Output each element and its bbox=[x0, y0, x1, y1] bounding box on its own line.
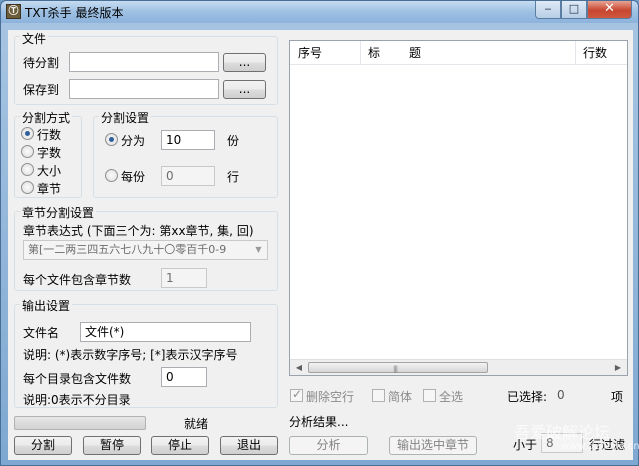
close-button[interactable]: ✕ bbox=[587, 1, 632, 19]
scroll-thumb[interactable]: ||| bbox=[308, 362, 488, 373]
export-chapters-button[interactable]: 输出选中章节 bbox=[389, 436, 477, 455]
remove-blank-label: 删除空行 bbox=[306, 390, 355, 404]
split-mode-radio[interactable] bbox=[21, 181, 34, 194]
parts-unit: 份 bbox=[227, 134, 240, 148]
stop-button[interactable]: 停止 bbox=[151, 436, 209, 455]
status-text: 就绪 bbox=[184, 417, 209, 431]
watermark-text: 吾爱破解论坛 bbox=[514, 423, 611, 442]
split-mode-radio[interactable] bbox=[21, 127, 34, 140]
split-mode-radio[interactable] bbox=[21, 163, 34, 176]
scroll-right-icon[interactable]: ▶ bbox=[610, 361, 626, 375]
browse-split-button[interactable]: ... bbox=[223, 53, 266, 72]
select-all-label: 全选 bbox=[439, 390, 464, 404]
split-file-label: 待分割 bbox=[23, 56, 60, 70]
col-divider[interactable] bbox=[575, 41, 576, 65]
horizontal-scrollbar[interactable]: ◀ ||| ▶ bbox=[290, 359, 627, 375]
each-input[interactable]: 0 bbox=[161, 166, 215, 186]
analysis-result-label: 分析结果... bbox=[289, 415, 349, 429]
grip-icon: ||| bbox=[393, 365, 398, 373]
chevron-down-icon[interactable]: ▼ bbox=[250, 241, 267, 259]
app-icon: Ⓣ bbox=[6, 4, 21, 19]
each-label: 每份 bbox=[121, 170, 146, 184]
files-per-dir-input[interactable]: 0 bbox=[161, 367, 207, 387]
select-all-checkbox[interactable] bbox=[423, 389, 436, 402]
split-mode-option-label: 行数 bbox=[37, 128, 62, 142]
simplified-label: 简体 bbox=[388, 390, 413, 404]
split-mode-label: 分割方式 bbox=[20, 109, 73, 126]
filename-input[interactable]: 文件(*) bbox=[80, 322, 251, 342]
chapters-per-file-label: 每个文件包含章节数 bbox=[23, 273, 132, 287]
chapter-list[interactable]: 序号 标 题 行数 ◀ ||| ▶ bbox=[289, 40, 628, 376]
split-mode-option-label: 章节 bbox=[37, 182, 62, 196]
scroll-left-icon[interactable]: ◀ bbox=[291, 361, 307, 375]
col-title-2[interactable]: 题 bbox=[403, 41, 421, 65]
app-window: Ⓣ TXT杀手 最终版本 ‒ □ ✕ 文件 待分割 ... 保存到 ... 分割… bbox=[0, 0, 639, 466]
chapter-expr-value: 第[一二两三四五六七八九十〇零百千0-9 bbox=[28, 243, 227, 256]
save-to-label: 保存到 bbox=[23, 83, 60, 97]
pause-button[interactable]: 暂停 bbox=[83, 436, 141, 455]
filename-hint: 说明: (*)表示数字序号; [*]表示汉字序号 bbox=[23, 348, 238, 362]
split-settings-label: 分割设置 bbox=[99, 109, 152, 126]
dir-hint: 说明:0表示不分目录 bbox=[23, 393, 131, 407]
list-header: 序号 标 题 行数 bbox=[290, 41, 627, 65]
progress-bar bbox=[14, 416, 146, 430]
client-area: 文件 待分割 ... 保存到 ... 分割方式 行数字数大小章节 分割设置 分为… bbox=[8, 30, 639, 460]
save-to-input[interactable] bbox=[69, 79, 219, 99]
chapters-per-file-input[interactable]: 1 bbox=[161, 268, 207, 288]
output-group-label: 输出设置 bbox=[20, 297, 73, 314]
selected-label: 已选择: bbox=[507, 390, 548, 404]
each-radio[interactable] bbox=[105, 169, 118, 182]
split-mode-option-label: 字数 bbox=[37, 146, 62, 160]
col-title-1[interactable]: 标 bbox=[362, 41, 380, 65]
files-per-dir-label: 每个目录包含文件数 bbox=[23, 372, 132, 386]
window-title: TXT杀手 最终版本 bbox=[25, 6, 124, 20]
remove-blank-checkbox[interactable] bbox=[290, 387, 303, 402]
filename-label: 文件名 bbox=[23, 326, 60, 340]
col-lines[interactable]: 行数 bbox=[577, 41, 607, 65]
split-mode-option-label: 大小 bbox=[37, 164, 62, 178]
parts-radio[interactable] bbox=[105, 133, 118, 146]
split-file-input[interactable] bbox=[69, 52, 219, 72]
exit-button[interactable]: 退出 bbox=[220, 436, 278, 455]
selected-count: 0 bbox=[557, 388, 565, 402]
chapter-expr-combo[interactable]: 第[一二两三四五六七八九十〇零百千0-9 ▼ bbox=[23, 240, 268, 260]
watermark-url: www.52pojie.cn bbox=[561, 441, 639, 452]
col-index[interactable]: 序号 bbox=[292, 41, 322, 65]
split-button[interactable]: 分割 bbox=[14, 436, 72, 455]
each-unit: 行 bbox=[227, 170, 240, 184]
selected-unit: 项 bbox=[611, 390, 624, 404]
file-group-label: 文件 bbox=[20, 30, 49, 47]
maximize-button[interactable]: □ bbox=[561, 1, 587, 19]
split-mode-radio[interactable] bbox=[21, 145, 34, 158]
col-divider[interactable] bbox=[360, 41, 361, 65]
parts-label: 分为 bbox=[121, 134, 146, 148]
browse-save-button[interactable]: ... bbox=[223, 80, 266, 99]
parts-input[interactable]: 10 bbox=[161, 130, 215, 150]
analyze-button[interactable]: 分析 bbox=[289, 436, 368, 455]
chapter-group-label: 章节分割设置 bbox=[20, 204, 97, 221]
chapter-expr-label: 章节表达式 (下面三个为: 第xx章节, 集, 回) bbox=[23, 224, 254, 238]
minimize-button[interactable]: ‒ bbox=[535, 1, 561, 19]
simplified-checkbox[interactable] bbox=[372, 389, 385, 402]
